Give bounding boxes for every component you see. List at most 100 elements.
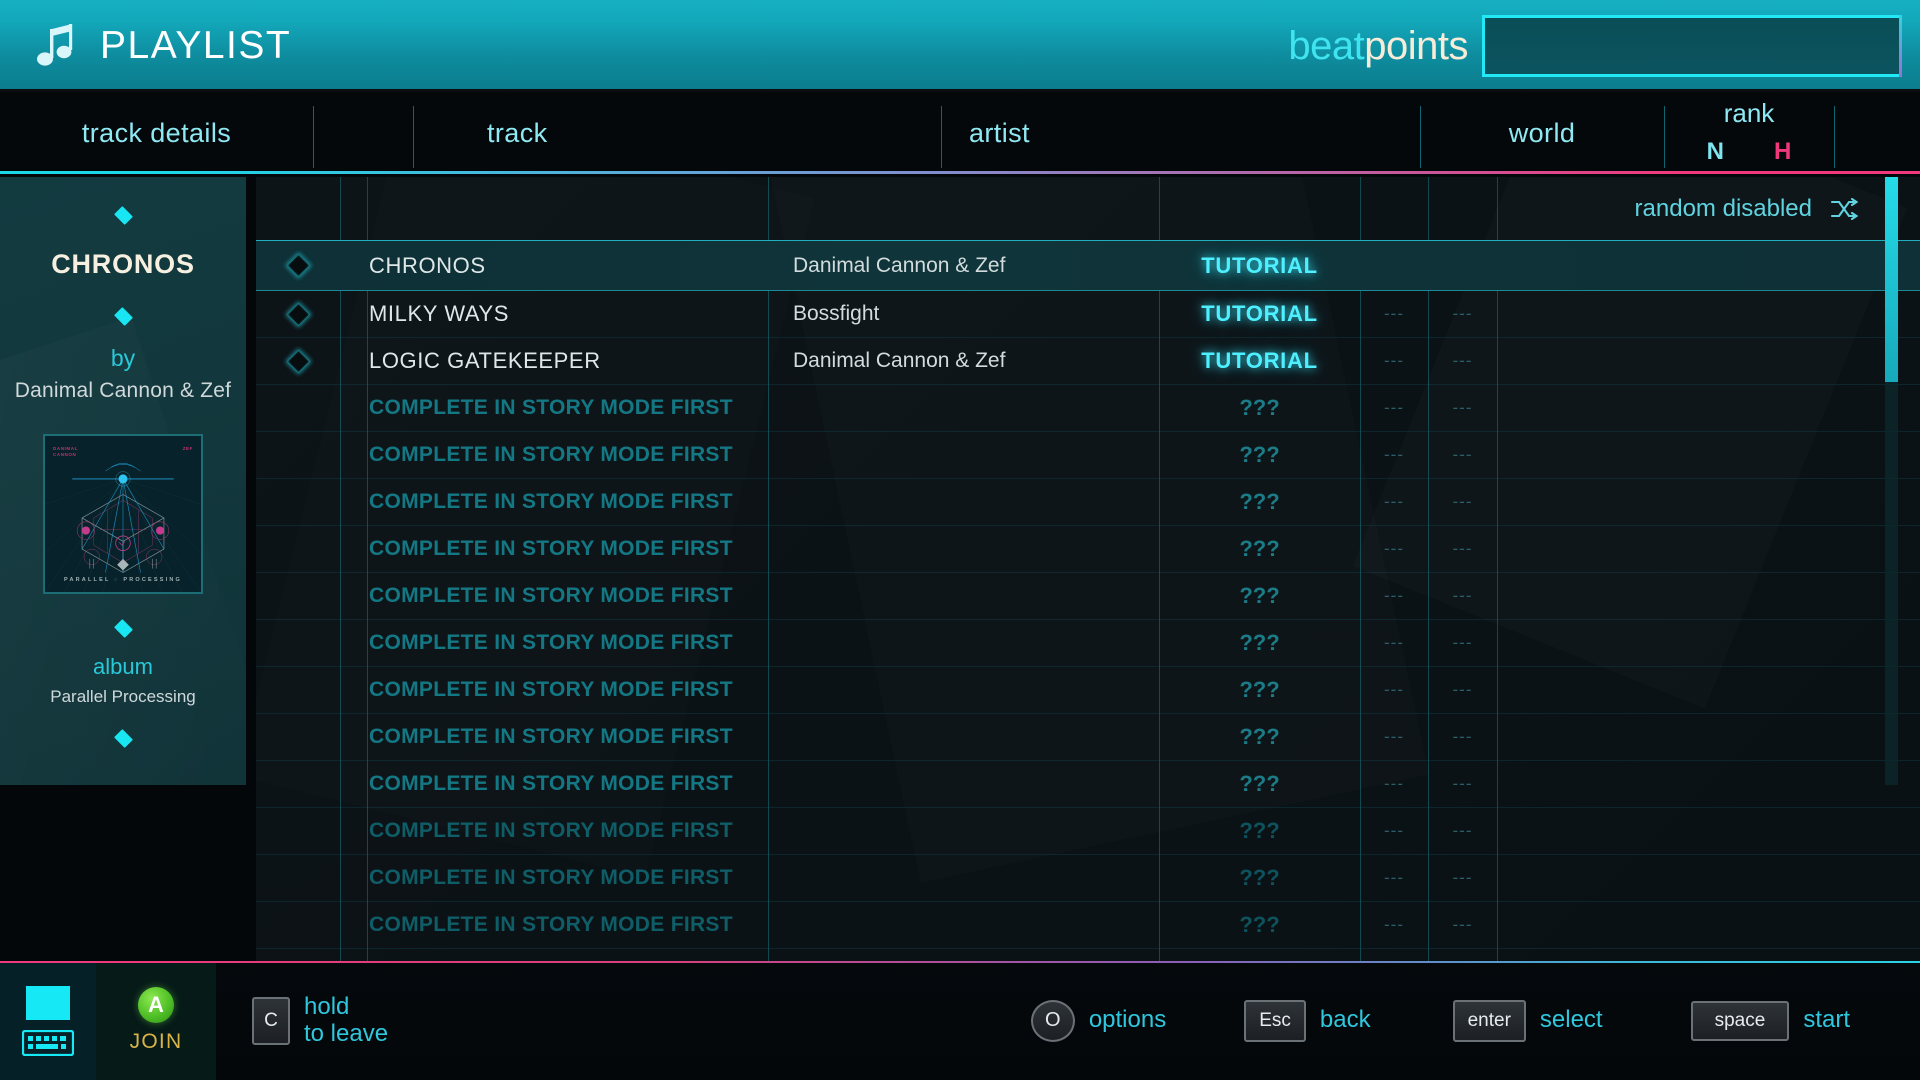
track-row[interactable]: COMPLETE IN STORY MODE FIRST??? --- --- — [256, 714, 1920, 761]
track-name: COMPLETE IN STORY MODE FIRST — [369, 396, 733, 419]
track-gap-cell — [340, 573, 367, 619]
album-art-graphic — [45, 436, 201, 592]
search-input[interactable] — [1485, 18, 1899, 74]
track-row[interactable]: COMPLETE IN STORY MODE FIRST??? --- --- — [256, 432, 1920, 479]
select-hint[interactable]: enter select — [1452, 999, 1603, 1042]
track-rank-normal: --- — [1384, 774, 1404, 793]
music-note-icon — [36, 23, 78, 69]
track-list-panel[interactable]: random disabled CHRONOS Danimal Cannon & … — [256, 177, 1920, 962]
back-hint[interactable]: Esc back — [1244, 999, 1371, 1042]
join-button[interactable]: A JOIN — [96, 961, 216, 1080]
start-hint[interactable]: space start — [1690, 1000, 1850, 1041]
track-marker-cell — [256, 667, 340, 713]
track-name-cell: COMPLETE IN STORY MODE FIRST — [367, 902, 768, 948]
key-esc[interactable]: Esc — [1244, 999, 1306, 1042]
column-label: artist — [969, 117, 1030, 148]
track-rank-normal: --- — [1384, 633, 1404, 652]
track-row[interactable]: COMPLETE IN STORY MODE FIRST??? --- --- — [256, 526, 1920, 573]
track-rank-hard-cell: --- — [1428, 573, 1497, 619]
leave-hint[interactable]: C hold to leave — [252, 993, 388, 1048]
track-row[interactable]: COMPLETE IN STORY MODE FIRST??? --- --- — [256, 573, 1920, 620]
track-rank-normal: --- — [1384, 445, 1404, 464]
track-artist: Bossfight — [793, 302, 880, 325]
track-row[interactable]: COMPLETE IN STORY MODE FIRST??? --- --- — [256, 479, 1920, 526]
track-name-cell: MILKY WAYS — [367, 291, 768, 337]
column-header-artist: artist — [941, 92, 1420, 174]
track-world: ??? — [1239, 724, 1280, 749]
key-space[interactable]: space — [1690, 1000, 1790, 1041]
track-gap-cell — [340, 808, 367, 854]
track-row[interactable]: COMPLETE IN STORY MODE FIRST??? --- --- — [256, 667, 1920, 714]
track-world: ??? — [1239, 536, 1280, 561]
rank-difficulty-labels: N H — [1707, 138, 1792, 166]
track-rank-normal-cell: --- — [1360, 385, 1428, 431]
track-world-cell: ??? — [1159, 620, 1360, 666]
track-rank-hard: --- — [1452, 774, 1473, 793]
track-row[interactable]: COMPLETE IN STORY MODE FIRST??? --- --- — [256, 902, 1920, 949]
track-artist-cell — [768, 761, 1159, 807]
track-rank-hard-cell — [1428, 241, 1497, 290]
track-row[interactable]: COMPLETE IN STORY MODE FIRST??? --- --- — [256, 620, 1920, 667]
track-rank-hard-cell: --- — [1428, 479, 1497, 525]
track-rows: CHRONOS Danimal Cannon & Zef TUTORIAL MILKY… — [256, 240, 1920, 949]
join-label: JOIN — [129, 1030, 183, 1053]
track-marker-cell — [256, 808, 340, 854]
track-rank-hard-cell: --- — [1428, 385, 1497, 431]
track-rank-hard-cell: --- — [1428, 902, 1497, 948]
track-row[interactable]: COMPLETE IN STORY MODE FIRST??? --- --- — [256, 385, 1920, 432]
track-world: TUTORIAL — [1201, 301, 1318, 326]
track-rank-hard: --- — [1452, 868, 1473, 887]
shuffle-icon[interactable] — [1830, 197, 1859, 220]
track-artist-cell — [768, 526, 1159, 572]
track-gap-cell — [340, 761, 367, 807]
album-art-right-label: ZEF — [182, 446, 193, 451]
track-row[interactable]: MILKY WAYS Bossfight TUTORIAL --- --- — [256, 291, 1920, 338]
track-rank-normal: --- — [1384, 492, 1404, 511]
track-rank-hard: --- — [1452, 680, 1473, 699]
random-toggle[interactable]: random disabled — [256, 177, 1920, 240]
track-rank-normal-cell: --- — [1360, 291, 1428, 337]
track-rank-normal: --- — [1384, 539, 1404, 558]
track-row[interactable]: COMPLETE IN STORY MODE FIRST??? --- --- — [256, 855, 1920, 902]
track-name: COMPLETE IN STORY MODE FIRST — [369, 490, 733, 513]
key-enter[interactable]: enter — [1452, 999, 1526, 1042]
key-c[interactable]: C — [252, 996, 290, 1045]
track-world: ??? — [1239, 677, 1280, 702]
track-artist-cell: Danimal Cannon & Zef — [768, 241, 1159, 290]
track-row[interactable]: COMPLETE IN STORY MODE FIRST??? --- --- — [256, 808, 1920, 855]
track-rank-hard: --- — [1452, 633, 1473, 652]
track-rank-hard-cell: --- — [1428, 808, 1497, 854]
track-world: ??? — [1239, 583, 1280, 608]
track-world: ??? — [1239, 395, 1280, 420]
track-row[interactable]: LOGIC GATEKEEPER Danimal Cannon & Zef TUTO… — [256, 338, 1920, 385]
track-name: COMPLETE IN STORY MODE FIRST — [369, 537, 733, 560]
track-name: COMPLETE IN STORY MODE FIRST — [369, 678, 733, 701]
track-name: LOGIC GATEKEEPER — [369, 348, 601, 373]
track-rank-normal: --- — [1384, 304, 1404, 323]
track-row[interactable]: COMPLETE IN STORY MODE FIRST??? --- --- — [256, 761, 1920, 808]
options-hint[interactable]: O options — [1030, 999, 1166, 1042]
track-rank-normal: --- — [1384, 398, 1404, 417]
key-o[interactable]: O — [1030, 999, 1075, 1042]
track-rank-hard: --- — [1452, 492, 1473, 511]
player-color-swatch — [26, 985, 70, 1020]
track-marker-cell — [256, 385, 340, 431]
track-rank-hard-cell: --- — [1428, 714, 1497, 760]
top-header: PLAYLIST beatpoints — [0, 0, 1920, 92]
track-row[interactable]: CHRONOS Danimal Cannon & Zef TUTORIAL — [256, 240, 1920, 291]
track-world-cell: ??? — [1159, 714, 1360, 760]
track-rank-hard-cell: --- — [1428, 620, 1497, 666]
track-gap-cell — [340, 338, 367, 384]
list-scrollbar[interactable] — [1885, 177, 1898, 785]
track-marker-cell — [256, 855, 340, 901]
track-name: COMPLETE IN STORY MODE FIRST — [369, 725, 733, 748]
track-world: TUTORIAL — [1201, 252, 1318, 278]
track-name: COMPLETE IN STORY MODE FIRST — [369, 866, 733, 889]
search-box[interactable] — [1482, 15, 1902, 77]
track-gap-cell — [340, 241, 367, 290]
rank-normal-label: N — [1706, 138, 1724, 165]
track-rank-normal: --- — [1384, 351, 1404, 370]
track-gap-cell — [340, 620, 367, 666]
scrollbar-thumb[interactable] — [1885, 177, 1898, 382]
rank-hard-label: H — [1774, 138, 1792, 165]
